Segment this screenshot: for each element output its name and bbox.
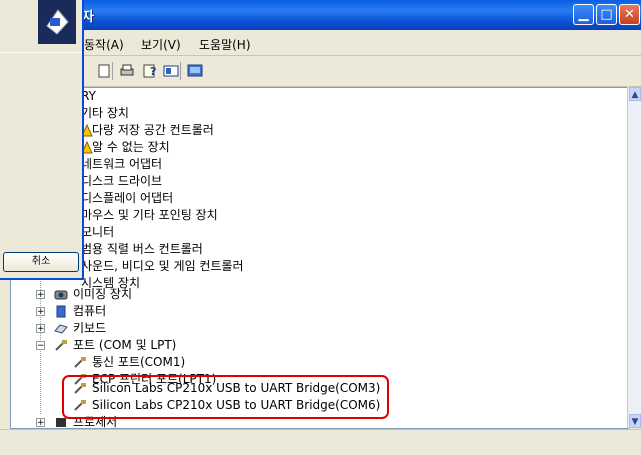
tree-item-label: 디스크 드라이브	[81, 174, 163, 188]
vertical-scrollbar[interactable]: ▲ ▼	[627, 87, 641, 428]
svg-text:?: ?	[150, 65, 156, 78]
tree-item-label: 사운드, 비디오 및 게임 컨트롤러	[81, 259, 244, 273]
tree-item-label: 포트 (COM 및 LPT)	[73, 338, 177, 352]
tree-item-label: 네트워크 어댑터	[81, 157, 163, 171]
computer-icon	[54, 305, 68, 318]
help-icon[interactable]: ?	[142, 62, 160, 80]
device-manager-window: 리자 ▁ □ ✕ 동작(A) 보기(V) 도움말(H) ?	[0, 0, 641, 455]
collapse-toggle[interactable]: −	[36, 341, 45, 351]
overlay-dialog: 취소	[0, 0, 84, 280]
minimize-button[interactable]: ▁	[573, 4, 594, 25]
expand-toggle[interactable]: +	[36, 307, 45, 317]
keyboard-icon	[54, 322, 68, 335]
tree-item-label: 통신 포트(COM1)	[92, 355, 186, 369]
maximize-icon: □	[600, 7, 613, 22]
expand-toggle[interactable]: +	[36, 324, 45, 334]
expand-toggle[interactable]: +	[36, 290, 45, 300]
menu-help[interactable]: 도움말(H)	[199, 36, 251, 53]
tree-item-label: 프로세서	[73, 415, 118, 429]
scroll-down-icon[interactable]: ▼	[629, 414, 641, 428]
title-bar[interactable]: 리자 ▁ □ ✕	[0, 0, 641, 30]
tree-item-label: Silicon Labs CP210x USB to UART Bridge(C…	[92, 398, 381, 412]
toolbar-separator	[180, 62, 181, 80]
tree-item-label: 키보드	[73, 321, 107, 335]
tree-item-label: Silicon Labs CP210x USB to UART Bridge(C…	[92, 381, 381, 395]
tree-item-label: 알 수 없는 장치	[92, 140, 170, 154]
device-icon[interactable]	[186, 62, 204, 80]
camera-icon	[54, 288, 68, 301]
menu-bar: 동작(A) 보기(V) 도움말(H)	[0, 30, 641, 56]
tree-item-label: 이미징 장치	[73, 287, 133, 301]
port-icon	[54, 339, 68, 352]
dialog-panel	[0, 52, 82, 245]
menu-view[interactable]: 보기(V)	[141, 36, 181, 53]
processor-icon	[54, 416, 68, 428]
tree-item-label: 마우스 및 기타 포인팅 장치	[81, 208, 218, 222]
close-button[interactable]: ✕	[619, 4, 640, 25]
menu-action[interactable]: 동작(A)	[84, 36, 124, 53]
toolbar: ?	[0, 56, 641, 87]
tree-item-label: 모니터	[81, 225, 115, 239]
close-icon: ✕	[624, 7, 635, 22]
port-icon	[73, 399, 87, 412]
device-tree[interactable]: RY 기타 장치 다량 저장 공간 컨트롤러 알 수 없는 장치 네트워크 어댑…	[10, 87, 629, 429]
tree-item-label: 범용 직렬 버스 컨트롤러	[81, 242, 203, 256]
toolbar-separator	[112, 62, 113, 80]
minimize-icon: ▁	[578, 7, 589, 22]
print-icon[interactable]	[118, 62, 136, 80]
maximize-button[interactable]: □	[596, 4, 617, 25]
tree-item-label: 컴퓨터	[73, 304, 107, 318]
expand-toggle[interactable]: +	[36, 418, 45, 428]
view-icon[interactable]	[162, 62, 180, 80]
status-bar	[0, 429, 641, 455]
port-icon	[73, 382, 87, 395]
app-icon	[38, 0, 76, 44]
tree-item-label: 디스플레이 어댑터	[81, 191, 174, 205]
tree-item-label: 기타 장치	[81, 106, 129, 120]
tree-item-label: 다량 저장 공간 컨트롤러	[92, 123, 214, 137]
scroll-up-icon[interactable]: ▲	[629, 87, 641, 101]
port-icon	[73, 356, 87, 369]
cancel-button[interactable]: 취소	[3, 252, 79, 272]
